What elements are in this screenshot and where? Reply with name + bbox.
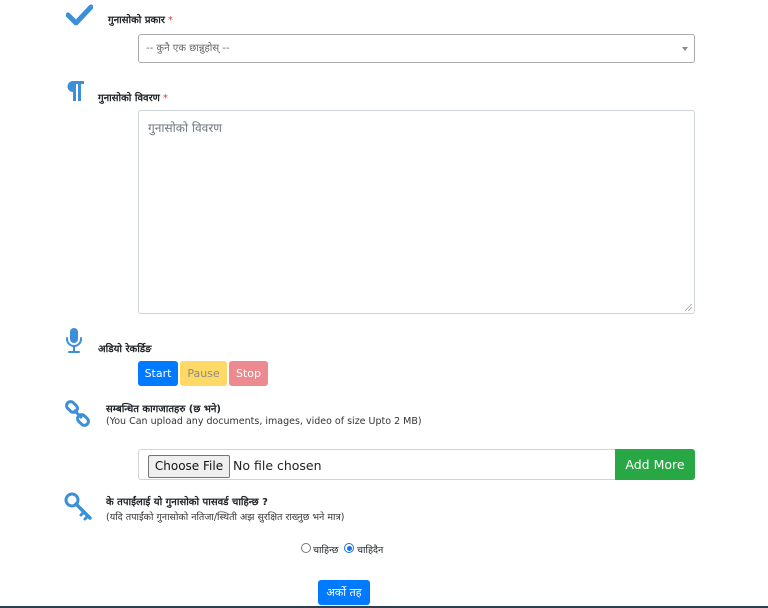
audio-recording-label: अडियो रेकर्डिङ [98,344,152,355]
resize-handle[interactable] [685,304,692,311]
check-icon [66,4,93,26]
required-mark: * [162,93,168,104]
password-hint: (यदि तपाईंको गुनासोको नतिजा/स्थिती अझ सु… [106,512,345,523]
attachments-hint: (You Can upload any documents, images, v… [106,416,422,427]
radio-password-no-label: चाहिदैन [357,545,384,556]
complaint-description-textarea[interactable]: गुनासोको विवरण [138,110,695,314]
radio-password-yes-label: चाहिन्छ [313,545,339,556]
complaint-type-placeholder: -- कुनै एक छान्नुहोस् -- [146,43,230,54]
complaint-type-select[interactable]: -- कुनै एक छान्नुहोस् -- [138,34,695,63]
attachments-label: सम्बन्धित कागजातहरु (छ भने) [106,404,222,415]
complaint-description-label: गुनासोको विवरण * [98,93,168,104]
choose-file-button[interactable]: Choose File [148,455,230,478]
complaint-type-label: गुनासोको प्रकार * [108,15,173,26]
pause-recording-button[interactable]: Pause [180,361,227,386]
chevron-down-icon [682,47,688,51]
required-mark: * [167,15,173,26]
complaint-description-placeholder: गुनासोको विवरण [148,121,222,135]
key-icon [64,492,94,522]
radio-password-yes[interactable] [301,543,311,553]
radio-password-no[interactable] [344,543,354,553]
paragraph-icon [64,79,86,103]
start-recording-button[interactable]: Start [138,361,178,386]
microphone-icon [64,327,84,354]
file-status-text: No file chosen [233,458,322,473]
password-question-label: के तपाईंलाई यो गुनासोको पासवर्ड चाहिन्छ … [106,497,268,508]
stop-recording-button[interactable]: Stop [229,361,268,386]
next-step-button[interactable]: अर्को तह [318,580,370,605]
add-more-button[interactable]: Add More [615,449,695,480]
link-icon [64,400,92,428]
